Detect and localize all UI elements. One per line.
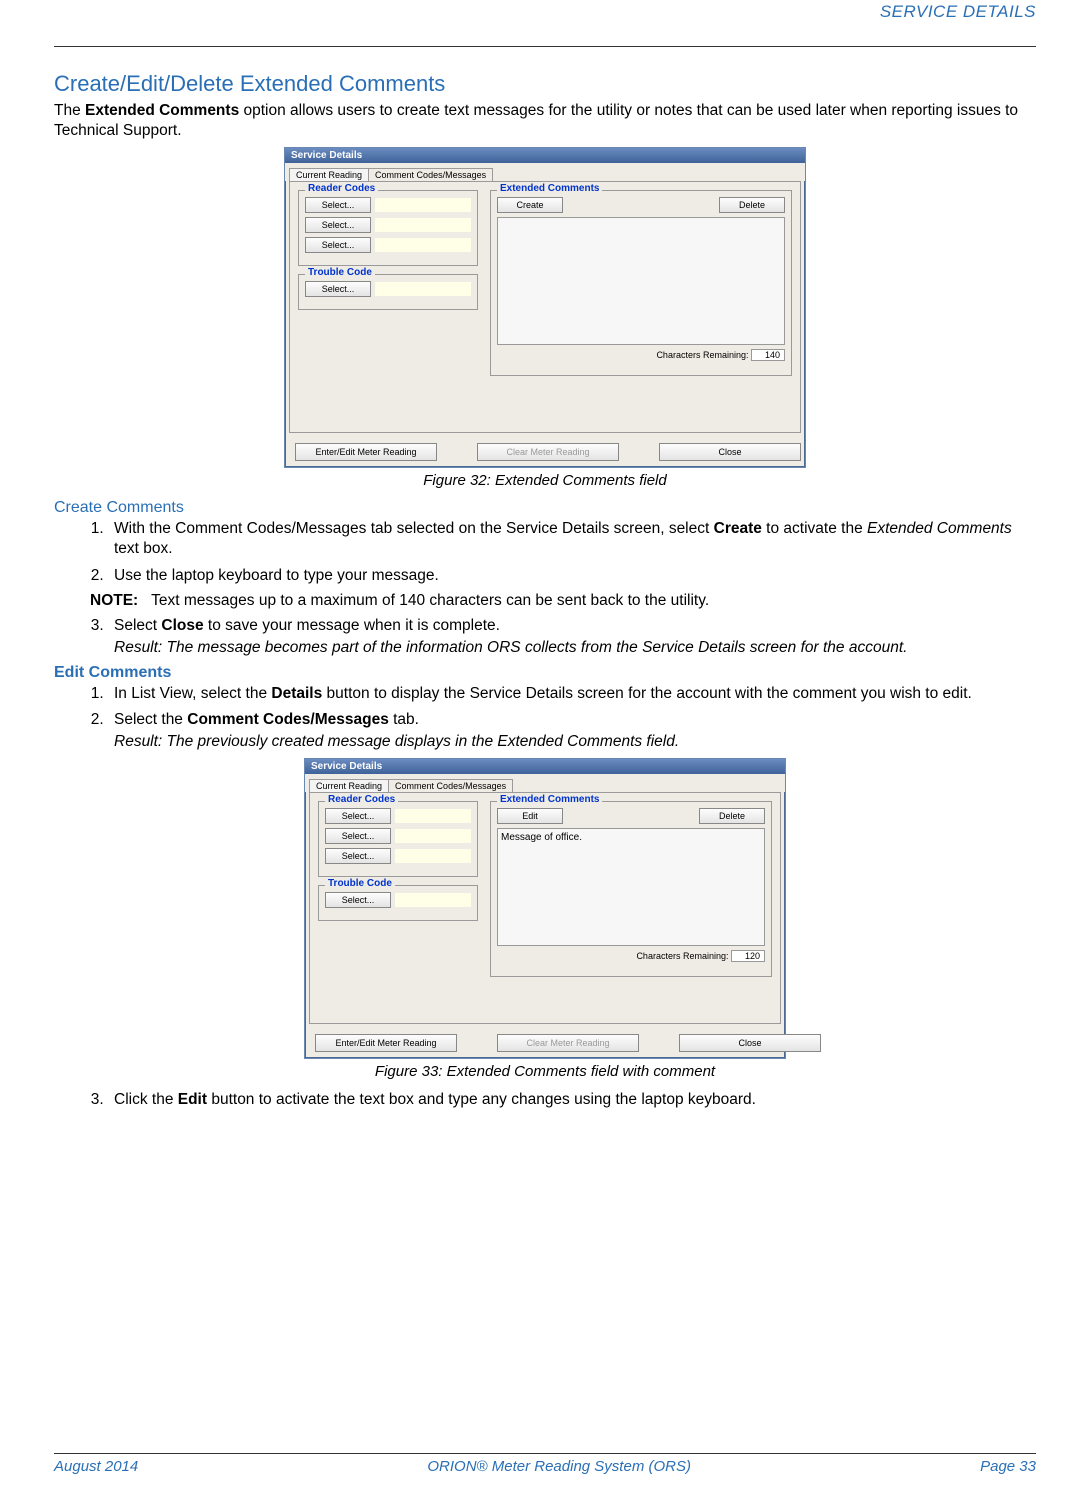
comments-textbox[interactable]: Message of office. bbox=[497, 828, 765, 946]
t: Edit bbox=[178, 1091, 207, 1108]
delete-button[interactable]: Delete bbox=[719, 197, 785, 213]
clear-reading-button[interactable]: Clear Meter Reading bbox=[497, 1034, 639, 1052]
trouble-code-label: Trouble Code bbox=[305, 267, 375, 278]
chars-value: 140 bbox=[751, 349, 785, 361]
figure-32-screenshot: Service Details Current ReadingComment C… bbox=[284, 147, 806, 468]
step-3: Select Close to save your message when i… bbox=[108, 616, 1036, 658]
chars-value: 120 bbox=[731, 950, 765, 962]
intro-bold: Extended Comments bbox=[85, 102, 239, 119]
reader-code-field[interactable] bbox=[375, 238, 471, 252]
estep-2: Select the Comment Codes/Messages tab. R… bbox=[108, 710, 1036, 752]
section-title: Create/Edit/Delete Extended Comments bbox=[54, 71, 1036, 97]
reader-codes-label: Reader Codes bbox=[305, 183, 378, 194]
select-button[interactable]: Select... bbox=[325, 848, 391, 864]
tab-current-reading[interactable]: Current Reading bbox=[309, 779, 389, 793]
tab-comment-codes[interactable]: Comment Codes/Messages bbox=[388, 779, 513, 793]
extended-comments-label: Extended Comments bbox=[497, 183, 602, 194]
tab-current-reading[interactable]: Current Reading bbox=[289, 168, 369, 182]
enter-edit-button[interactable]: Enter/Edit Meter Reading bbox=[315, 1034, 457, 1052]
footer-date: August 2014 bbox=[54, 1458, 138, 1475]
step-2: Use the laptop keyboard to type your mes… bbox=[108, 566, 1036, 586]
footer-page: Page 33 bbox=[980, 1458, 1036, 1475]
create-comments-head: Create Comments bbox=[54, 499, 1036, 517]
t: button to activate the text box and type… bbox=[207, 1091, 756, 1108]
t: Create bbox=[714, 520, 762, 537]
t: to activate the bbox=[762, 520, 867, 537]
estep-2-result: Result: The previously created message d… bbox=[114, 732, 1036, 752]
t: Details bbox=[271, 685, 322, 702]
select-button[interactable]: Select... bbox=[305, 281, 371, 297]
reader-code-field[interactable] bbox=[375, 198, 471, 212]
t: tab. bbox=[389, 711, 419, 728]
reader-code-field[interactable] bbox=[375, 218, 471, 232]
select-button[interactable]: Select... bbox=[325, 892, 391, 908]
page-footer: August 2014 ORION® Meter Reading System … bbox=[54, 1453, 1036, 1475]
window-title: Service Details bbox=[305, 759, 785, 774]
note-label: NOTE: bbox=[90, 592, 138, 609]
create-button[interactable]: Create bbox=[497, 197, 563, 213]
select-button[interactable]: Select... bbox=[305, 237, 371, 253]
header-label: SERVICE DETAILS bbox=[54, 0, 1036, 26]
t: In List View, select the bbox=[114, 685, 271, 702]
reader-code-field[interactable] bbox=[395, 809, 471, 823]
figure-33-screenshot: Service Details Current ReadingComment C… bbox=[304, 758, 786, 1059]
note-text: Text messages up to a maximum of 140 cha… bbox=[151, 592, 709, 609]
clear-reading-button[interactable]: Clear Meter Reading bbox=[477, 443, 619, 461]
reader-code-field[interactable] bbox=[395, 829, 471, 843]
comments-textbox[interactable] bbox=[497, 217, 785, 345]
header-rule bbox=[54, 46, 1036, 47]
t: Click the bbox=[114, 1091, 178, 1108]
reader-codes-label: Reader Codes bbox=[325, 794, 398, 805]
edit-steps-cont: Click the Edit button to activate the te… bbox=[90, 1090, 1036, 1110]
select-button[interactable]: Select... bbox=[325, 808, 391, 824]
tab-comment-codes[interactable]: Comment Codes/Messages bbox=[368, 168, 493, 182]
delete-button[interactable]: Delete bbox=[699, 808, 765, 824]
t: Comment Codes/Messages bbox=[187, 711, 389, 728]
create-steps-cont: Select Close to save your message when i… bbox=[90, 616, 1036, 658]
t: button to display the Service Details sc… bbox=[322, 685, 972, 702]
trouble-code-field[interactable] bbox=[395, 893, 471, 907]
t: Extended Comments bbox=[867, 520, 1012, 537]
trouble-code-label: Trouble Code bbox=[325, 878, 395, 889]
t: With the Comment Codes/Messages tab sele… bbox=[114, 520, 714, 537]
step-1: With the Comment Codes/Messages tab sele… bbox=[108, 519, 1036, 559]
footer-title: ORION® Meter Reading System (ORS) bbox=[427, 1458, 691, 1475]
t: Close bbox=[161, 617, 203, 634]
extended-comments-label: Extended Comments bbox=[497, 794, 602, 805]
select-button[interactable]: Select... bbox=[305, 217, 371, 233]
intro-text: The Extended Comments option allows user… bbox=[54, 101, 1036, 141]
estep-3: Click the Edit button to activate the te… bbox=[108, 1090, 1036, 1110]
t: Select the bbox=[114, 711, 187, 728]
select-button[interactable]: Select... bbox=[305, 197, 371, 213]
intro-pre: The bbox=[54, 102, 85, 119]
t: text box. bbox=[114, 540, 173, 557]
note: NOTE: Text messages up to a maximum of 1… bbox=[90, 592, 1036, 610]
step-3-result: Result: The message becomes part of the … bbox=[114, 638, 1036, 658]
close-button[interactable]: Close bbox=[679, 1034, 821, 1052]
window-title: Service Details bbox=[285, 148, 805, 163]
reader-code-field[interactable] bbox=[395, 849, 471, 863]
edit-steps: In List View, select the Details button … bbox=[90, 684, 1036, 752]
create-steps: With the Comment Codes/Messages tab sele… bbox=[90, 519, 1036, 585]
edit-comments-head: Edit Comments bbox=[54, 664, 1036, 682]
trouble-code-field[interactable] bbox=[375, 282, 471, 296]
select-button[interactable]: Select... bbox=[325, 828, 391, 844]
figure-33-caption: Figure 33: Extended Comments field with … bbox=[54, 1063, 1036, 1080]
chars-remaining: Characters Remaining: 140 bbox=[497, 349, 785, 361]
chars-label: Characters Remaining: bbox=[656, 350, 748, 360]
t: Select bbox=[114, 617, 161, 634]
enter-edit-button[interactable]: Enter/Edit Meter Reading bbox=[295, 443, 437, 461]
edit-button[interactable]: Edit bbox=[497, 808, 563, 824]
estep-1: In List View, select the Details button … bbox=[108, 684, 1036, 704]
close-button[interactable]: Close bbox=[659, 443, 801, 461]
chars-label: Characters Remaining: bbox=[636, 951, 728, 961]
chars-remaining: Characters Remaining: 120 bbox=[497, 950, 765, 962]
figure-32-caption: Figure 32: Extended Comments field bbox=[54, 472, 1036, 489]
t: to save your message when it is complete… bbox=[204, 617, 500, 634]
